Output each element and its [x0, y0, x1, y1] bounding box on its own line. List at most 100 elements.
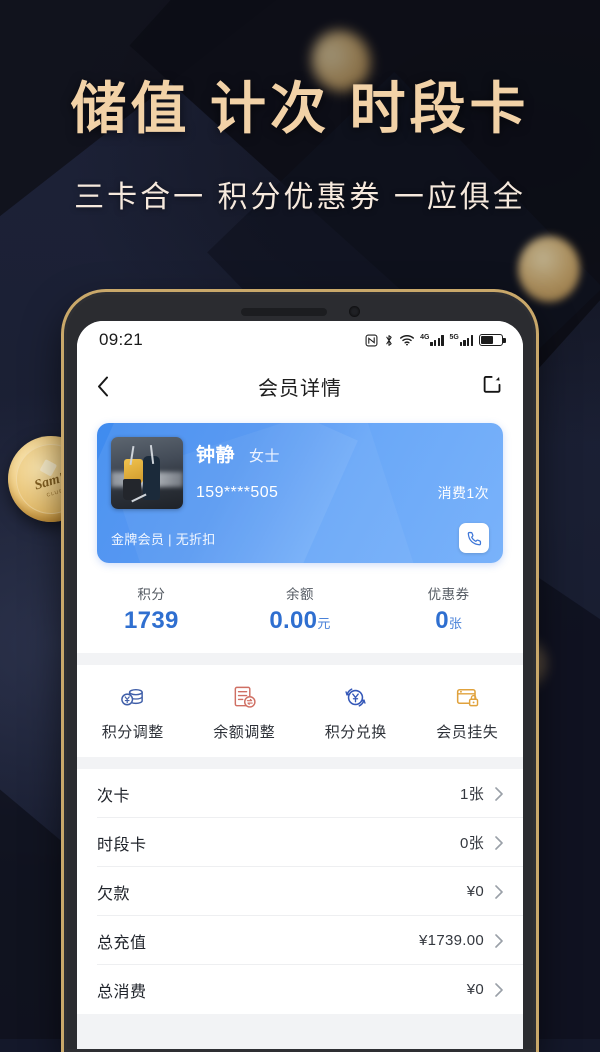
member-consume-count: 消费1次	[437, 485, 489, 501]
stat-label: 余额	[286, 587, 314, 602]
member-phone: 159****505	[196, 484, 279, 501]
wifi-icon	[400, 335, 415, 346]
section-divider-stats	[77, 653, 523, 665]
member-level: 金牌会员 | 无折扣	[111, 531, 216, 547]
avatar-pole-right	[150, 444, 155, 464]
status-icons: 4G 5G	[365, 333, 506, 347]
card-lock-icon	[454, 682, 481, 712]
section-divider-bottom	[77, 1014, 523, 1049]
section-divider-actions	[77, 757, 523, 769]
gold-coin-decoration-right	[518, 236, 580, 302]
action-balance-adjust[interactable]: 余额调整	[189, 682, 301, 742]
list-item-label: 时段卡	[97, 836, 147, 854]
document-exchange-icon	[231, 682, 258, 712]
list-item-total-consume[interactable]: 总消费 ¥0	[77, 965, 523, 1014]
list-item-label: 总充值	[97, 934, 147, 952]
member-title: 女士	[249, 448, 281, 465]
chevron-right-icon	[495, 982, 503, 997]
battery-level	[481, 336, 494, 344]
phone-screen: 09:21 4G 5G 会员详情 钟静 女士 159****505 消费1次 金…	[77, 321, 523, 1049]
phone-bezel: 09:21 4G 5G 会员详情 钟静 女士 159****505 消费1次 金…	[67, 295, 533, 1049]
chevron-right-icon	[495, 835, 503, 850]
list-item-right: 1张	[460, 783, 503, 804]
member-info: 钟静 女士 159****505 消费1次	[196, 437, 489, 509]
bluetooth-icon	[386, 334, 392, 346]
stat-unit: 张	[448, 616, 463, 631]
front-camera-icon	[348, 306, 360, 317]
signal-5g-label: 5G	[449, 333, 459, 341]
nfc-icon	[365, 334, 378, 346]
signal-4g-icon: 4G	[420, 333, 444, 347]
stat-number: 1739	[124, 607, 179, 634]
list-item-value: ¥0	[466, 981, 484, 998]
member-card-top: 钟静 女士 159****505 消费1次	[111, 437, 489, 509]
signal-4g-label: 4G	[420, 333, 430, 341]
call-button[interactable]	[459, 523, 489, 553]
member-name-row: 钟静 女士	[196, 440, 489, 467]
stat-number: 0.00	[269, 607, 318, 634]
list-item-value: 0张	[460, 835, 484, 852]
list-item-time-card[interactable]: 时段卡 0张	[77, 818, 523, 867]
action-points-adjust[interactable]: 积分调整	[77, 682, 189, 742]
chevron-right-icon	[495, 786, 503, 801]
phone-notch	[67, 306, 533, 317]
list-item-label: 总消费	[97, 983, 147, 1001]
list-item-total-recharge[interactable]: 总充值 ¥1739.00	[77, 916, 523, 965]
action-points-exchange[interactable]: 积分兑换	[300, 682, 412, 742]
list-item-value: 1张	[460, 786, 484, 803]
back-button[interactable]	[97, 376, 127, 397]
action-label: 会员挂失	[436, 724, 499, 741]
nav-bar: 会员详情	[77, 359, 523, 413]
stat-value: 0.00元	[226, 607, 375, 635]
phone-icon	[467, 531, 481, 545]
chevron-left-icon	[98, 376, 108, 396]
list-item-value: ¥1739.00	[419, 932, 484, 949]
chevron-right-icon	[495, 884, 503, 899]
stat-balance[interactable]: 余额 0.00元	[226, 583, 375, 635]
member-card[interactable]: 钟静 女士 159****505 消费1次 金牌会员 | 无折扣	[97, 423, 503, 563]
stat-value: 0张	[374, 607, 523, 635]
avatar	[111, 437, 183, 509]
stat-coupons[interactable]: 优惠券 0张	[374, 583, 523, 635]
coins-yuan-icon	[119, 682, 146, 712]
action-label: 余额调整	[213, 724, 276, 741]
list-item-debt[interactable]: 欠款 ¥0	[77, 867, 523, 916]
stat-label: 积分	[137, 587, 166, 602]
page-title: 会员详情	[258, 377, 342, 400]
promo-text-block: 储值 计次 时段卡 三卡合一 积分优惠券 一应俱全	[0, 78, 600, 216]
quick-actions-row: 积分调整 余额调整 积分兑换 会员挂失	[77, 665, 523, 757]
stat-unit: 元	[317, 616, 331, 631]
edit-button[interactable]	[482, 373, 503, 399]
list-item-label: 次卡	[97, 787, 131, 805]
list-item-right: 0张	[460, 832, 503, 853]
stat-value: 1739	[77, 607, 226, 635]
list-item-right: ¥0	[467, 883, 503, 900]
list-item-label: 欠款	[97, 885, 131, 903]
battery-icon	[479, 334, 506, 346]
action-label: 积分调整	[101, 724, 164, 741]
list-item-right: ¥1739.00	[419, 932, 503, 949]
list-item-value: ¥0	[466, 883, 484, 900]
stat-points[interactable]: 积分 1739	[77, 583, 226, 635]
yuan-circle-icon	[342, 682, 369, 712]
status-time: 09:21	[99, 330, 144, 349]
phone-mockup: 09:21 4G 5G 会员详情 钟静 女士 159****505 消费1次 金…	[64, 292, 536, 1052]
stat-number: 0	[435, 607, 449, 634]
action-report-lost[interactable]: 会员挂失	[412, 682, 524, 742]
member-card-region: 钟静 女士 159****505 消费1次 金牌会员 | 无折扣	[77, 413, 523, 577]
promo-headline: 储值 计次 时段卡	[70, 77, 530, 140]
edit-square-icon	[483, 376, 501, 393]
earpiece-speaker	[240, 307, 327, 316]
signal-5g-icon: 5G	[450, 334, 473, 347]
list-item-right: ¥0	[467, 981, 503, 998]
stats-row: 积分 1739 余额 0.00元 优惠券 0张	[77, 577, 523, 653]
chevron-right-icon	[495, 933, 503, 948]
member-name: 钟静	[196, 445, 236, 466]
member-phone-row: 159****505 消费1次	[196, 483, 489, 503]
stat-label: 优惠券	[427, 587, 470, 602]
detail-list: 次卡 1张 时段卡 0张 欠款 ¥0 总充值 ¥1739.00 总消费 ¥0	[77, 769, 523, 1014]
member-card-bottom: 金牌会员 | 无折扣	[111, 523, 489, 553]
status-bar: 09:21 4G 5G	[77, 321, 523, 359]
promo-subheadline: 三卡合一 积分优惠券 一应俱全	[74, 180, 526, 214]
list-item-count-card[interactable]: 次卡 1张	[77, 769, 523, 818]
